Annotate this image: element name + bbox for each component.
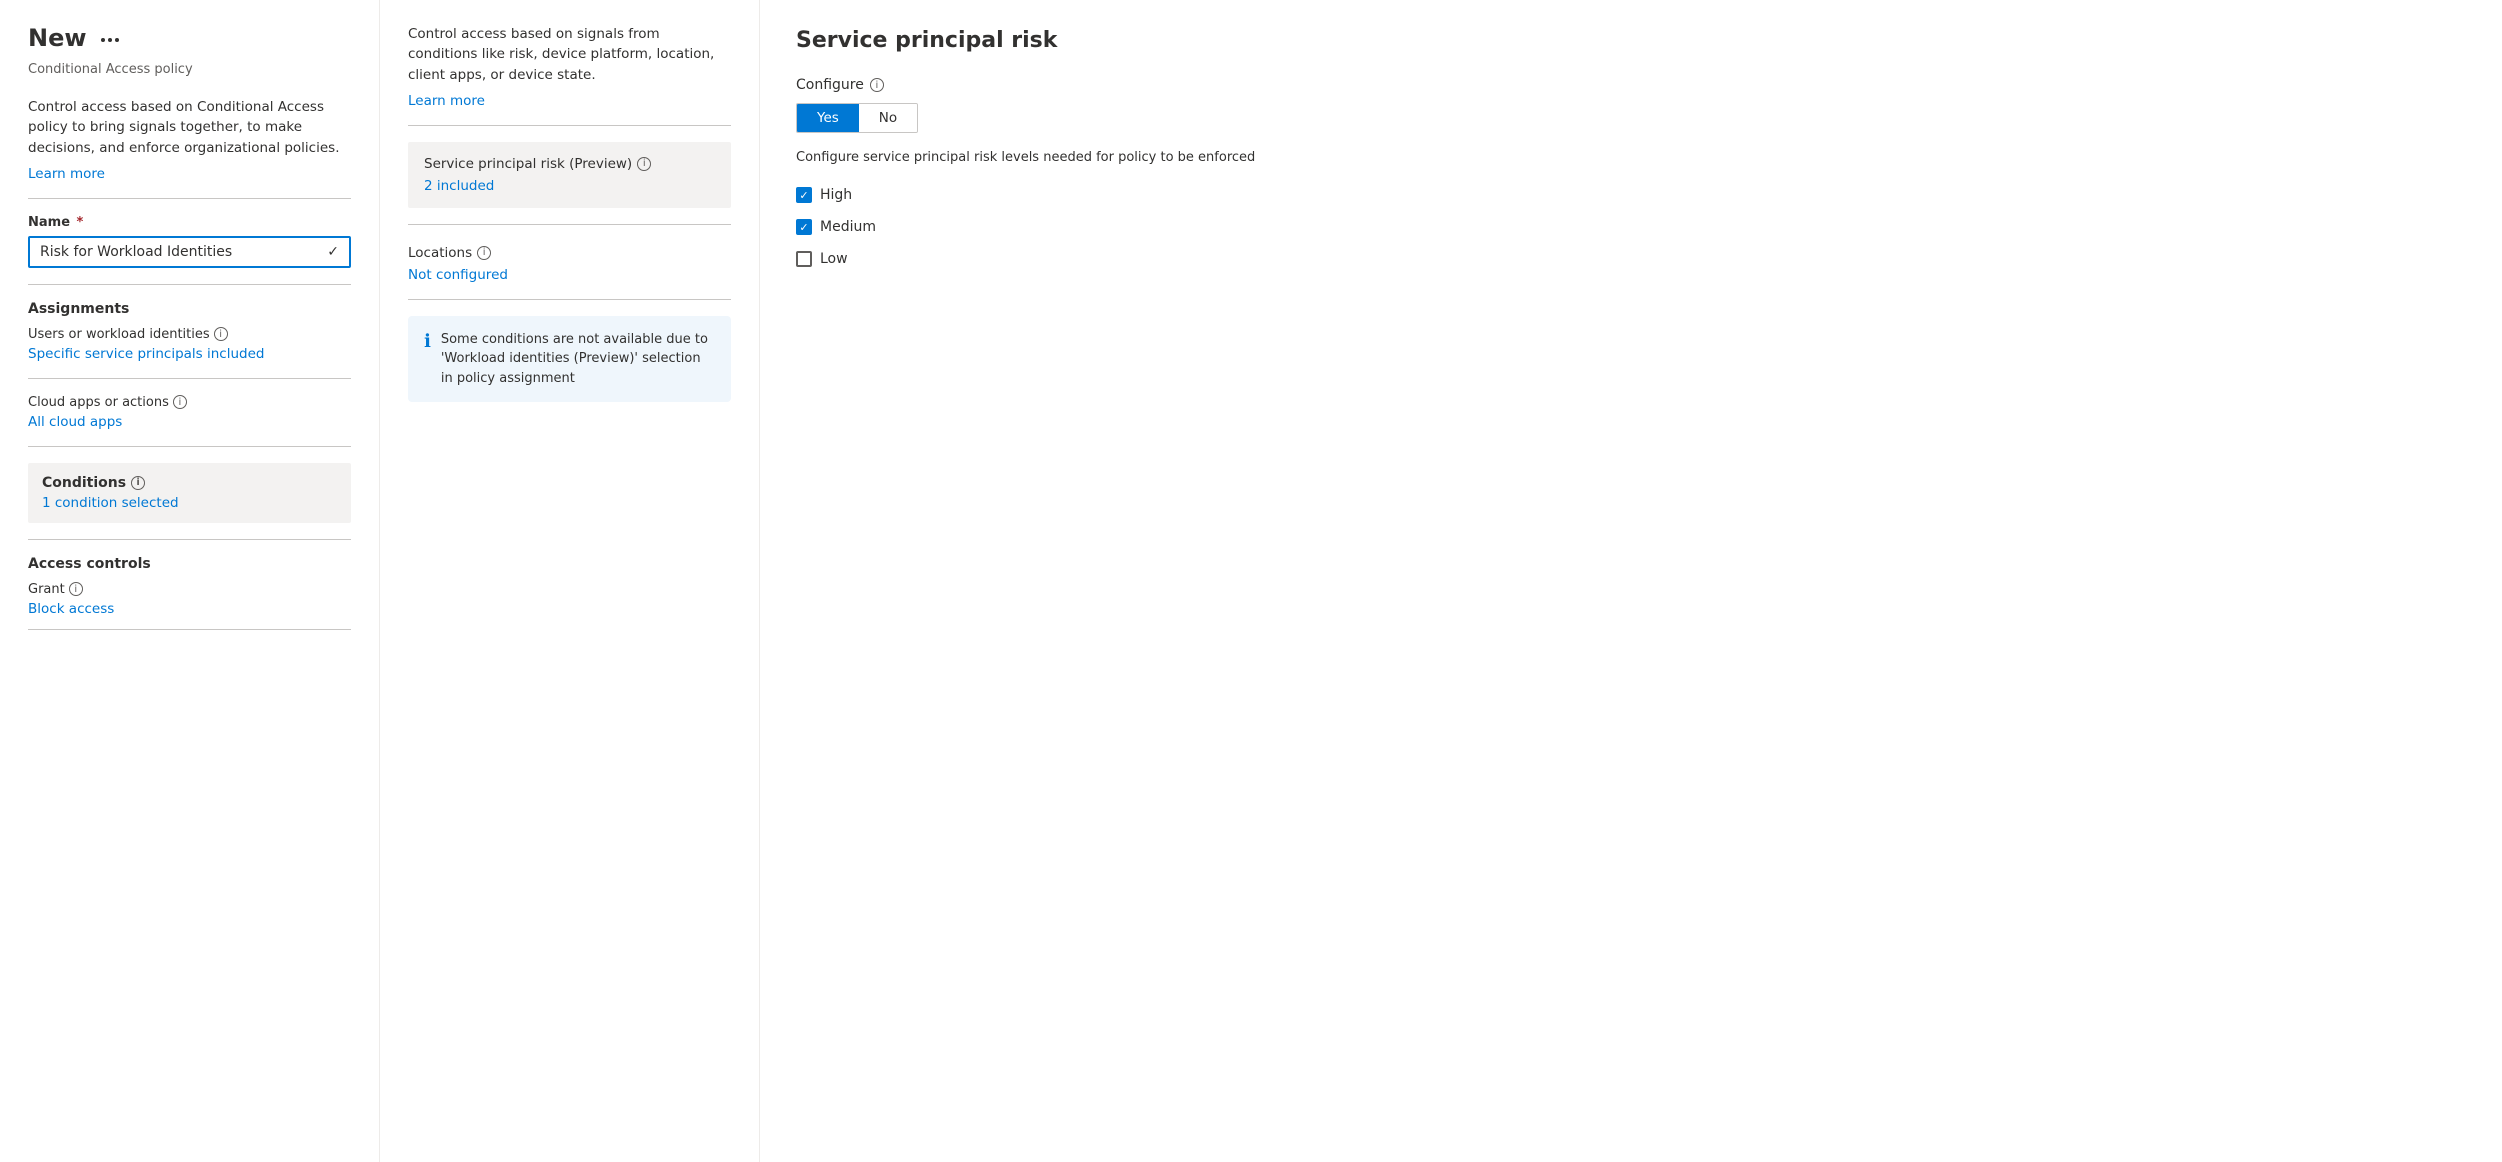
conditions-info-icon[interactable]: i xyxy=(131,476,145,490)
main-panel: New Conditional Access policy Control ac… xyxy=(0,0,380,1162)
conditions-value-link[interactable]: 1 condition selected xyxy=(42,495,179,511)
middle-learn-more-link[interactable]: Learn more xyxy=(408,93,485,109)
access-controls-section: Access controls Grant i Block access xyxy=(28,556,351,617)
info-box-icon: ℹ xyxy=(424,331,431,389)
checkmark-icon: ✓ xyxy=(327,244,339,260)
grant-info-icon[interactable]: i xyxy=(69,582,83,596)
assignments-heading: Assignments xyxy=(28,301,351,317)
service-principal-risk-label: Service principal risk (Preview) i xyxy=(424,156,715,172)
required-indicator: * xyxy=(77,215,84,230)
right-panel-title: Service principal risk xyxy=(796,28,2466,53)
conditions-label: Conditions i xyxy=(42,475,337,491)
low-checkbox-row[interactable]: Low xyxy=(796,251,2466,267)
low-checkbox[interactable] xyxy=(796,251,812,267)
yes-toggle-button[interactable]: Yes xyxy=(797,104,859,132)
right-panel: Service principal risk Configure i Yes N… xyxy=(760,0,2502,1162)
service-principal-risk-value[interactable]: 2 included xyxy=(424,178,494,194)
cloud-apps-value-link[interactable]: All cloud apps xyxy=(28,414,122,430)
high-checkbox-row[interactable]: ✓ High xyxy=(796,187,2466,203)
medium-checkbox[interactable]: ✓ xyxy=(796,219,812,235)
configure-description: Configure service principal risk levels … xyxy=(796,149,2466,167)
learn-more-link[interactable]: Learn more xyxy=(28,166,105,182)
locations-info-icon[interactable]: i xyxy=(477,246,491,260)
users-label: Users or workload identities i xyxy=(28,327,351,342)
high-checkbox[interactable]: ✓ xyxy=(796,187,812,203)
name-input[interactable] xyxy=(40,244,327,260)
service-principal-info-icon[interactable]: i xyxy=(637,157,651,171)
service-principal-risk-row[interactable]: Service principal risk (Preview) i 2 inc… xyxy=(408,142,731,208)
cloud-apps-label: Cloud apps or actions i xyxy=(28,395,351,410)
access-controls-heading: Access controls xyxy=(28,556,351,572)
middle-panel: Control access based on signals from con… xyxy=(380,0,760,1162)
conditions-block[interactable]: Conditions i 1 condition selected xyxy=(28,463,351,523)
no-toggle-button[interactable]: No xyxy=(859,104,917,132)
info-box-text: Some conditions are not available due to… xyxy=(441,330,715,389)
users-info-icon[interactable]: i xyxy=(214,327,228,341)
cloud-apps-info-icon[interactable]: i xyxy=(173,395,187,409)
configure-label: Configure i xyxy=(796,77,2466,93)
low-label: Low xyxy=(820,251,848,267)
locations-row: Locations i Not configured xyxy=(408,241,731,283)
name-label: Name * xyxy=(28,215,351,230)
users-value-link[interactable]: Specific service principals included xyxy=(28,346,264,362)
more-options-button[interactable] xyxy=(97,36,123,44)
name-input-wrapper[interactable]: ✓ xyxy=(28,236,351,268)
middle-description: Control access based on signals from con… xyxy=(408,24,731,85)
medium-checkmark: ✓ xyxy=(799,222,808,233)
medium-checkbox-row[interactable]: ✓ Medium xyxy=(796,219,2466,235)
page-title: New xyxy=(28,24,87,52)
page-subtitle: Conditional Access policy xyxy=(28,62,351,77)
grant-value-link[interactable]: Block access xyxy=(28,601,114,617)
info-box: ℹ Some conditions are not available due … xyxy=(408,316,731,403)
configure-info-icon[interactable]: i xyxy=(870,78,884,92)
locations-label: Locations i xyxy=(408,245,731,261)
main-description: Control access based on Conditional Acce… xyxy=(28,97,351,158)
grant-label: Grant i xyxy=(28,582,351,597)
locations-value[interactable]: Not configured xyxy=(408,267,508,283)
medium-label: Medium xyxy=(820,219,876,235)
configure-toggle-group[interactable]: Yes No xyxy=(796,103,918,133)
high-label: High xyxy=(820,187,852,203)
high-checkmark: ✓ xyxy=(799,190,808,201)
